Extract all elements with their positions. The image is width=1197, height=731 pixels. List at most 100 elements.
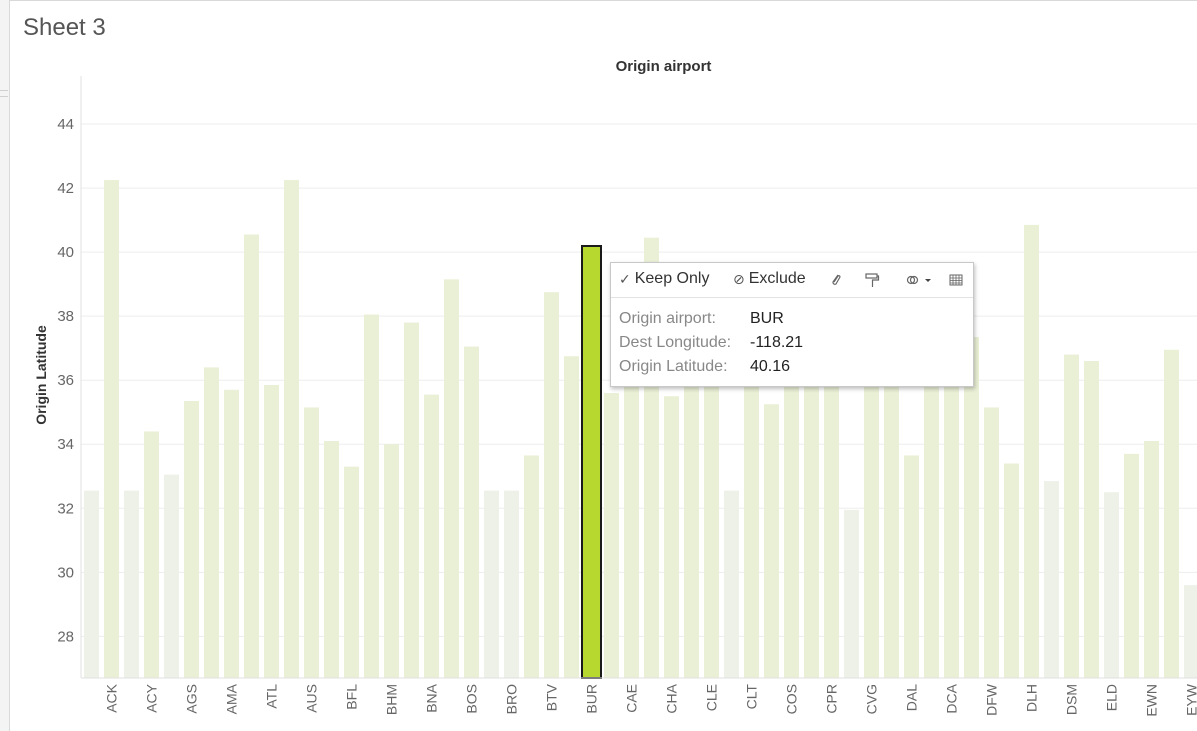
tooltip-row-origin-latitude: Origin Latitude: 40.16 — [619, 358, 790, 376]
y-tick-label: 34 — [57, 436, 74, 453]
bar-btv[interactable] — [544, 292, 559, 678]
bar-cha[interactable] — [664, 396, 679, 678]
group-members-icon[interactable] — [905, 272, 933, 288]
x-tick-label: BNA — [424, 683, 440, 712]
x-tick-label: COS — [784, 684, 800, 714]
tooltip-row-dest-longitude: Dest Longitude: -118.21 — [619, 334, 803, 352]
x-tick-label: BFL — [344, 684, 360, 710]
bar-avl[interactable] — [324, 441, 339, 678]
y-axis: 28 30 32 34 36 38 40 42 44 — [57, 76, 82, 678]
bar-cpr[interactable] — [824, 380, 839, 678]
x-tick-label: DSM — [1064, 684, 1080, 715]
bar-cos[interactable] — [784, 380, 799, 678]
bar-dhn[interactable] — [1004, 463, 1019, 678]
x-tick-label: EWN — [1144, 684, 1160, 717]
bar-bro[interactable] — [504, 490, 519, 678]
bar-bna[interactable] — [424, 394, 439, 678]
x-tick-label: ELD — [1104, 684, 1120, 711]
bar-dca[interactable] — [944, 380, 959, 678]
y-tick-label: 38 — [57, 308, 74, 325]
bar-ewn[interactable] — [1144, 441, 1159, 678]
bar-abe[interactable] — [84, 490, 99, 678]
bar-bgr[interactable] — [364, 314, 379, 678]
bar-acv[interactable] — [124, 490, 139, 678]
bar-clt[interactable] — [744, 380, 759, 678]
x-tick-label: AGS — [184, 684, 200, 714]
view-data-icon[interactable] — [948, 272, 964, 288]
x-tick-label: ATL — [264, 684, 280, 709]
bar-crp[interactable] — [844, 509, 859, 678]
bar-bhm[interactable] — [384, 444, 399, 678]
exclude-icon: ⊘ — [733, 270, 745, 287]
bar-ewr[interactable] — [1164, 349, 1179, 678]
bar-eld[interactable] — [1104, 492, 1119, 678]
bar-cae[interactable] — [624, 380, 639, 678]
mark-tooltip: ✓ Keep Only ⊘ Exclude Origin airport: BU… — [610, 262, 974, 387]
x-tick-label: BUR — [584, 684, 600, 714]
bar-ags[interactable] — [184, 401, 199, 678]
bar-cwa[interactable] — [884, 380, 899, 678]
x-tick-label: EYW — [1184, 683, 1197, 716]
bar-dtw[interactable] — [1084, 360, 1099, 678]
bar-dro[interactable] — [1044, 481, 1059, 678]
keep-only-button[interactable]: ✓ Keep Only — [619, 270, 709, 288]
bar-den[interactable] — [964, 336, 979, 678]
bar-bfl[interactable] — [344, 466, 359, 678]
bar-anc[interactable] — [244, 234, 259, 679]
bar-cvg[interactable] — [864, 380, 879, 678]
bar-acy[interactable] — [144, 431, 159, 678]
x-tick-label: CLT — [744, 684, 760, 710]
bar-atw[interactable] — [284, 180, 299, 678]
y-tick-label: 42 — [57, 180, 74, 197]
x-tick-label: AUS — [304, 684, 320, 713]
bar-cle[interactable] — [704, 380, 719, 678]
bar-alb[interactable] — [204, 367, 219, 678]
y-tick-label: 32 — [57, 500, 74, 517]
paperclip-icon[interactable] — [828, 272, 844, 288]
x-tick-label: CAE — [624, 684, 640, 713]
bar-eyw[interactable] — [1184, 585, 1197, 678]
exclude-button[interactable]: ⊘ Exclude — [733, 270, 806, 288]
x-tick-label: DCA — [944, 683, 960, 713]
bar-chs[interactable] — [684, 380, 699, 678]
bar-atl[interactable] — [264, 385, 279, 678]
bar-dfw[interactable] — [984, 407, 999, 678]
x-axis: ACK ACY AGS AMA ATL AUS BFL BHM BNA BOS BRO BTV BUR C… — [81, 677, 1197, 717]
bar-adq[interactable] — [164, 474, 179, 678]
tooltip-value: -118.21 — [750, 334, 804, 351]
tooltip-value: 40.16 — [750, 358, 791, 375]
bar-cll[interactable] — [724, 490, 739, 678]
exclude-label: Exclude — [748, 270, 806, 287]
x-tick-label: ACY — [144, 683, 160, 712]
bar-bwi[interactable] — [604, 393, 619, 678]
bar-day[interactable] — [924, 380, 939, 678]
bar-bpt[interactable] — [484, 490, 499, 678]
bar-dsm[interactable] — [1064, 354, 1079, 678]
bar-btr[interactable] — [524, 455, 539, 678]
bar-dal[interactable] — [904, 455, 919, 678]
x-tick-label: BRO — [504, 684, 520, 714]
bar-boi[interactable] — [444, 279, 459, 678]
bar-ack[interactable] — [104, 180, 119, 678]
x-tick-label: CLE — [704, 684, 720, 711]
bar-bos[interactable] — [464, 346, 479, 678]
bar-bur[interactable] — [581, 244, 602, 679]
x-tick-label: CHA — [664, 683, 680, 713]
y-tick-label: 40 — [57, 244, 74, 261]
bar-elp[interactable] — [1124, 453, 1139, 678]
bar-cmh[interactable] — [764, 404, 779, 678]
check-icon: ✓ — [619, 270, 631, 287]
bar-ama[interactable] — [224, 389, 239, 678]
tooltip-label: Origin Latitude: — [619, 358, 728, 375]
bar-bis[interactable] — [404, 322, 419, 678]
bar-buf[interactable] — [564, 356, 579, 678]
bar-dlh[interactable] — [1024, 224, 1039, 679]
bar-cou[interactable] — [804, 380, 819, 678]
tooltip-label: Origin airport: — [619, 310, 716, 327]
x-tick-label: CVG — [864, 684, 880, 714]
bar-aus[interactable] — [304, 407, 319, 678]
highlight-icon[interactable] — [864, 272, 880, 288]
x-tick-label: DAL — [904, 684, 920, 711]
y-tick-label: 30 — [57, 564, 74, 581]
y-tick-label: 28 — [57, 628, 74, 645]
